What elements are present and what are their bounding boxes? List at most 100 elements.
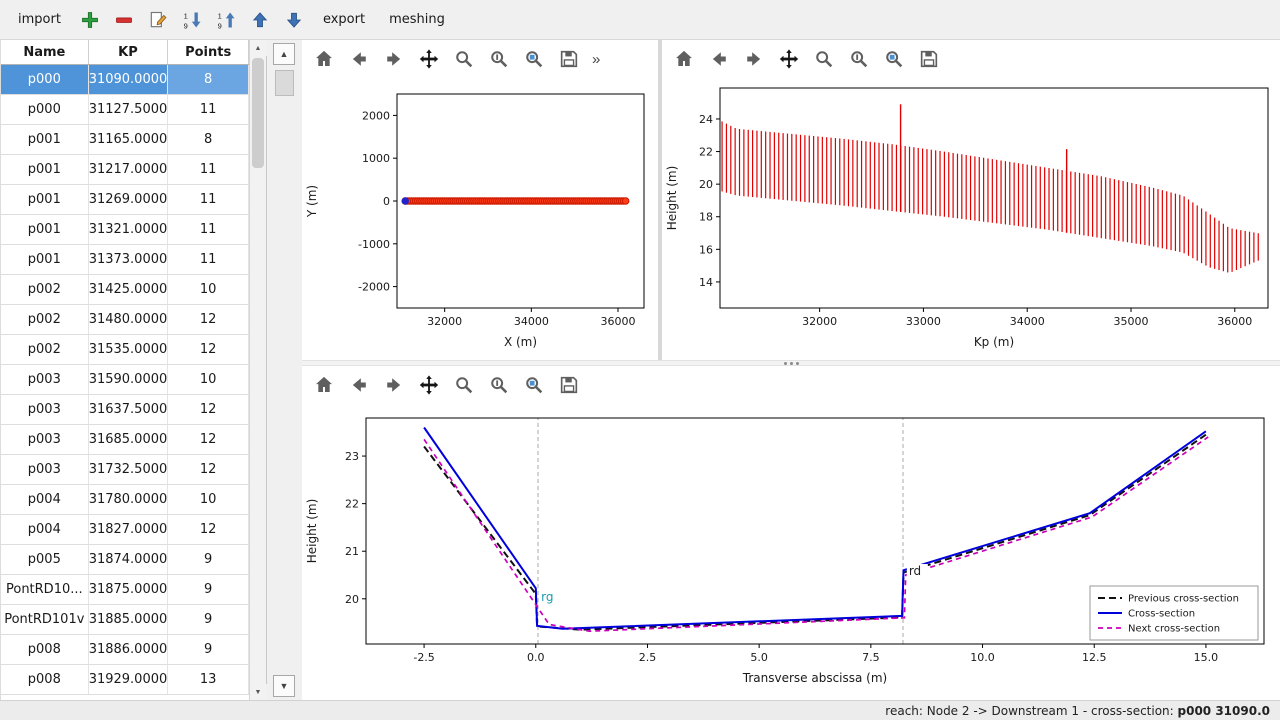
- table-cell-name[interactable]: p000: [1, 95, 89, 124]
- nav-forward-button[interactable]: [380, 45, 408, 73]
- table-cell-points[interactable]: 12: [168, 305, 249, 334]
- nav-zoom-button[interactable]: [450, 45, 478, 73]
- meshing-button[interactable]: meshing: [379, 8, 455, 31]
- nav-zoom-rect-button[interactable]: [880, 45, 908, 73]
- table-cell-kp[interactable]: 31480.0000: [89, 305, 169, 334]
- table-row[interactable]: p00131373.000011: [1, 245, 249, 275]
- table-cell-kp[interactable]: 31780.0000: [89, 485, 169, 514]
- table-row[interactable]: p00231535.000012: [1, 335, 249, 365]
- table-cell-points[interactable]: 12: [168, 335, 249, 364]
- table-cell-name[interactable]: p004: [1, 485, 89, 514]
- table-row[interactable]: p00331732.500012: [1, 455, 249, 485]
- table-cell-kp[interactable]: 31875.0000: [89, 575, 169, 604]
- table-cell-points[interactable]: 12: [168, 425, 249, 454]
- nav-forward-button[interactable]: [740, 45, 768, 73]
- table-row[interactable]: p00431780.000010: [1, 485, 249, 515]
- column-header-name[interactable]: Name: [1, 40, 89, 64]
- nav-pan-button[interactable]: [415, 371, 443, 399]
- table-cell-name[interactable]: p003: [1, 395, 89, 424]
- table-cell-points[interactable]: 12: [168, 455, 249, 484]
- table-cell-name[interactable]: p008: [1, 665, 89, 694]
- table-cell-kp[interactable]: 31637.5000: [89, 395, 169, 424]
- table-row[interactable]: p00331685.000012: [1, 425, 249, 455]
- table-row[interactable]: PontRD101v31885.00009: [1, 605, 249, 635]
- table-scroll-track[interactable]: [250, 56, 266, 684]
- table-cell-points[interactable]: 11: [168, 155, 249, 184]
- toolbar-overflow-button[interactable]: »: [592, 51, 600, 68]
- nav-back-button[interactable]: [705, 45, 733, 73]
- table-row[interactable]: p00231480.000012: [1, 305, 249, 335]
- table-cell-kp[interactable]: 31827.0000: [89, 515, 169, 544]
- table-cell-kp[interactable]: 31885.0000: [89, 605, 169, 634]
- table-cell-name[interactable]: p001: [1, 215, 89, 244]
- table-row[interactable]: p00531874.00009: [1, 545, 249, 575]
- table-cell-name[interactable]: p001: [1, 245, 89, 274]
- table-cell-name[interactable]: p001: [1, 155, 89, 184]
- table-scrollbar[interactable]: ▲ ▼: [249, 40, 266, 700]
- table-cell-points[interactable]: 11: [168, 95, 249, 124]
- table-cell-name[interactable]: PontRD10...: [1, 575, 89, 604]
- nav-pan-button[interactable]: [775, 45, 803, 73]
- panel-scroll-up-button[interactable]: ▲: [273, 43, 295, 65]
- nav-zoom-original-button[interactable]: [485, 371, 513, 399]
- table-cell-points[interactable]: 10: [168, 365, 249, 394]
- edit-section-button[interactable]: [143, 5, 173, 35]
- table-cell-points[interactable]: 8: [168, 125, 249, 154]
- table-cell-name[interactable]: p003: [1, 455, 89, 484]
- table-cell-name[interactable]: p008: [1, 635, 89, 664]
- table-row[interactable]: p00131321.000011: [1, 215, 249, 245]
- table-row[interactable]: p00331637.500012: [1, 395, 249, 425]
- nav-home-button[interactable]: [670, 45, 698, 73]
- table-cell-name[interactable]: p003: [1, 365, 89, 394]
- table-cell-points[interactable]: 10: [168, 485, 249, 514]
- nav-back-button[interactable]: [345, 371, 373, 399]
- add-section-button[interactable]: [75, 5, 105, 35]
- table-cell-points[interactable]: 11: [168, 215, 249, 244]
- move-up-button[interactable]: [245, 5, 275, 35]
- table-cell-name[interactable]: p001: [1, 125, 89, 154]
- table-cell-kp[interactable]: 31732.5000: [89, 455, 169, 484]
- nav-save-button[interactable]: [555, 45, 583, 73]
- table-cell-name[interactable]: p000: [1, 65, 89, 94]
- panel-scrollbar[interactable]: ▲ ▼: [267, 40, 302, 700]
- table-cell-points[interactable]: 8: [168, 65, 249, 94]
- remove-section-button[interactable]: [109, 5, 139, 35]
- table-cell-kp[interactable]: 31321.0000: [89, 215, 169, 244]
- table-cell-kp[interactable]: 31269.0000: [89, 185, 169, 214]
- nav-home-button[interactable]: [310, 371, 338, 399]
- table-row[interactable]: p00431827.000012: [1, 515, 249, 545]
- column-header-points[interactable]: Points: [168, 40, 249, 64]
- table-cell-kp[interactable]: 31127.5000: [89, 95, 169, 124]
- table-row[interactable]: p00231425.000010: [1, 275, 249, 305]
- table-cell-kp[interactable]: 31090.0000: [89, 65, 169, 94]
- nav-zoom-button[interactable]: [450, 371, 478, 399]
- cross-section-plot[interactable]: -2.50.02.55.07.510.012.515.020212223Tran…: [302, 404, 1272, 700]
- table-cell-points[interactable]: 9: [168, 635, 249, 664]
- nav-save-button[interactable]: [915, 45, 943, 73]
- nav-pan-button[interactable]: [415, 45, 443, 73]
- table-cell-points[interactable]: 9: [168, 605, 249, 634]
- nav-zoom-button[interactable]: [810, 45, 838, 73]
- table-row[interactable]: p00031127.500011: [1, 95, 249, 125]
- table-cell-kp[interactable]: 31685.0000: [89, 425, 169, 454]
- nav-zoom-rect-button[interactable]: [520, 45, 548, 73]
- nav-save-button[interactable]: [555, 371, 583, 399]
- export-button[interactable]: export: [313, 8, 375, 31]
- table-cell-name[interactable]: p002: [1, 305, 89, 334]
- table-cell-name[interactable]: p003: [1, 425, 89, 454]
- table-cell-kp[interactable]: 31874.0000: [89, 545, 169, 574]
- table-cell-points[interactable]: 9: [168, 545, 249, 574]
- table-scroll-up-button[interactable]: ▲: [250, 40, 267, 56]
- table-row[interactable]: p00831929.000013: [1, 665, 249, 695]
- table-scroll-thumb[interactable]: [252, 58, 264, 168]
- nav-zoom-rect-button[interactable]: [520, 371, 548, 399]
- table-cell-kp[interactable]: 31165.0000: [89, 125, 169, 154]
- sort-descending-button[interactable]: [177, 5, 207, 35]
- table-row[interactable]: p00131165.00008: [1, 125, 249, 155]
- longitudinal-profile-plot[interactable]: 3200033000340003500036000141618202224Kp …: [662, 78, 1278, 360]
- panel-scroll-thumb[interactable]: [275, 70, 294, 96]
- table-row[interactable]: p00831886.00009: [1, 635, 249, 665]
- table-cell-points[interactable]: 9: [168, 575, 249, 604]
- table-row[interactable]: p00131269.000011: [1, 185, 249, 215]
- table-cell-name[interactable]: p005: [1, 545, 89, 574]
